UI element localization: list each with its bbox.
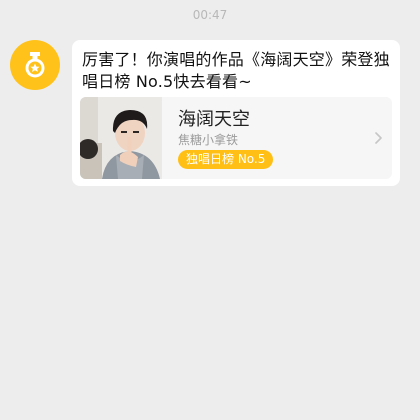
singer-photo: [80, 97, 162, 179]
message-text: 厉害了！你演唱的作品《海阔天空》荣登独唱日榜 No.5快去看看~: [82, 50, 390, 91]
medal-icon: [25, 52, 45, 78]
message-bubble: 厉害了！你演唱的作品《海阔天空》荣登独唱日榜 No.5快去看看~ 海阔天空 焦糖…: [72, 40, 400, 186]
rank-badge: 独唱日榜 No.5: [178, 150, 274, 169]
message-timestamp: 00:47: [192, 8, 228, 22]
artist-name: 焦糖小拿铁: [178, 133, 239, 147]
song-card[interactable]: 海阔天空 焦糖小拿铁 独唱日榜 No.5: [80, 97, 392, 179]
song-title: 海阔天空: [178, 109, 250, 130]
chevron-right-icon: [375, 132, 382, 144]
system-avatar[interactable]: [10, 40, 60, 90]
